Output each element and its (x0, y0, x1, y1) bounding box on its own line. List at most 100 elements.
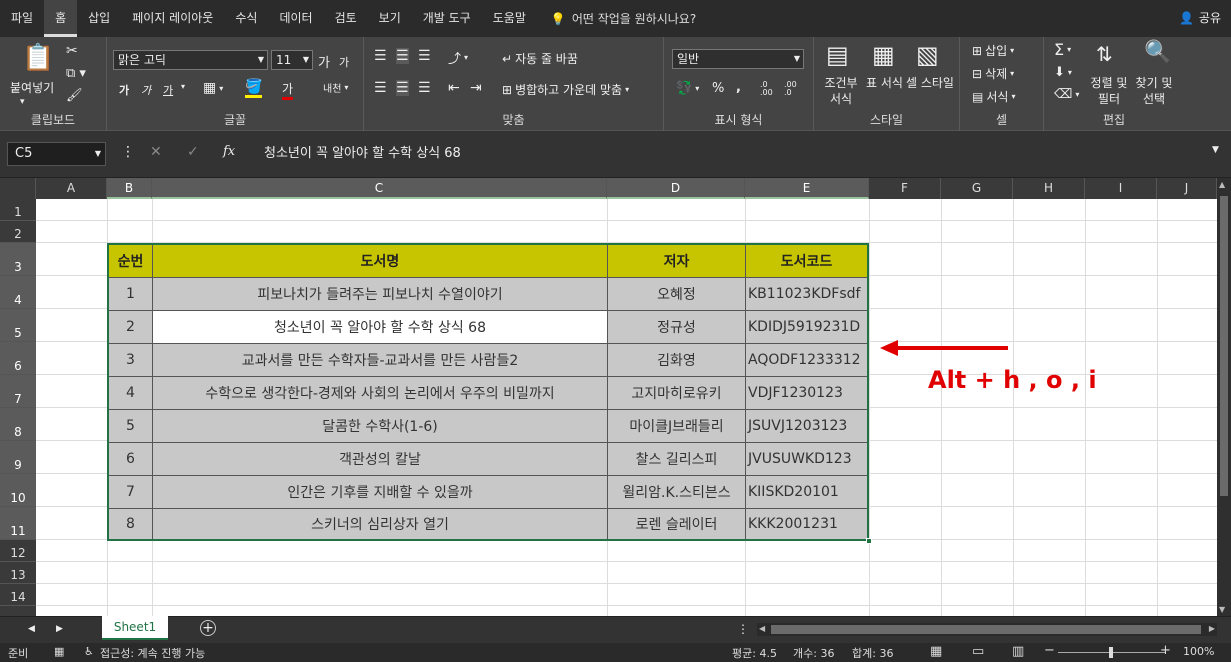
fill-color-icon[interactable]: 🪣 (245, 79, 263, 98)
insert-cells-button[interactable]: ⊞ 삽입 ▾ (972, 42, 1014, 59)
increase-indent-icon[interactable]: ⇥ (470, 80, 482, 96)
page-break-icon[interactable]: ▥ (1012, 644, 1024, 659)
column-header[interactable]: A (36, 178, 107, 199)
column-header[interactable]: J (1157, 178, 1217, 199)
copy-icon[interactable]: ⧉ ▾ (66, 66, 86, 81)
count-value[interactable]: 개수: 36 (793, 645, 834, 661)
table-cell[interactable]: 1 (109, 278, 153, 311)
table-cell[interactable]: 4 (109, 377, 153, 410)
paste-button[interactable]: 붙여넣기 (10, 79, 54, 96)
find-select-button[interactable]: 찾기 및 선택 (1132, 75, 1176, 107)
cell-styles-button[interactable]: 셀 스타일 (906, 75, 956, 91)
table-cell[interactable]: 교과서를 만든 수학자들-교과서를 만든 사람들2 (153, 344, 608, 377)
table-cell[interactable]: 객관성의 칼날 (153, 443, 608, 476)
table-cell[interactable]: AQODF1233312 (746, 344, 867, 377)
table-cell[interactable]: 달콤한 수학사(1-6) (153, 410, 608, 443)
tab-review[interactable]: 검토 (324, 0, 368, 37)
paste-dropdown-icon[interactable]: ▾ (20, 97, 25, 107)
format-painter-icon[interactable]: 🖌 (66, 88, 83, 103)
table-cell[interactable]: KKK2001231 (746, 509, 867, 539)
tab-developer[interactable]: 개발 도구 (412, 0, 482, 37)
row-header[interactable]: 3 (0, 243, 36, 276)
merge-center-button[interactable]: ⊞ 병합하고 가운데 맞춤 ▾ (502, 81, 629, 98)
cell-styles-icon[interactable]: ▧ (916, 41, 939, 69)
row-header[interactable]: 5 (0, 309, 36, 342)
scroll-thumb[interactable] (1220, 196, 1228, 496)
macro-icon[interactable]: ▦ (54, 645, 64, 658)
row-header[interactable]: 9 (0, 441, 36, 474)
table-cell[interactable]: JVUSUWKD123 (746, 443, 867, 476)
enter-icon[interactable]: ✓ (187, 144, 199, 160)
fill-handle[interactable] (866, 538, 872, 544)
row-header[interactable]: 2 (0, 221, 36, 243)
table-cell[interactable]: 6 (109, 443, 153, 476)
table-cell[interactable]: 스키너의 심리상자 열기 (153, 509, 608, 539)
bold-button[interactable]: 가 (119, 82, 129, 98)
row-header[interactable]: 13 (0, 562, 36, 584)
scroll-down-icon[interactable]: ▼ (1219, 605, 1225, 614)
border-icon[interactable]: ▦ ▾ (203, 80, 223, 96)
column-header[interactable]: D (607, 178, 745, 199)
active-cell[interactable]: 청소년이 꼭 알아야 할 수학 상식 68 (153, 311, 608, 344)
align-middle-icon[interactable]: ☰ (396, 48, 409, 64)
font-color-button[interactable]: 가 (282, 80, 294, 100)
row-header[interactable]: 6 (0, 342, 36, 375)
phonetic-button[interactable]: 내천 ▾ (323, 80, 348, 95)
table-cell[interactable]: 2 (109, 311, 153, 344)
row-header[interactable]: 8 (0, 408, 36, 441)
align-top-icon[interactable]: ☰ (374, 48, 387, 64)
column-header[interactable]: F (869, 178, 941, 199)
autosum-icon[interactable]: Σ ▾ (1054, 40, 1071, 59)
table-cell[interactable]: 수학으로 생각한다-경제와 사회의 논리에서 우주의 비밀까지 (153, 377, 608, 410)
format-cells-button[interactable]: ▤ 서식 ▾ (972, 88, 1015, 105)
comma-button[interactable]: , (736, 80, 741, 95)
normal-view-icon[interactable]: ▦ (930, 644, 942, 659)
row-header[interactable]: 1 (0, 199, 36, 221)
scroll-left-icon[interactable]: ◀ (759, 624, 765, 633)
grow-font-button[interactable]: 가 (318, 52, 330, 71)
horizontal-scrollbar[interactable]: ◀ ▶ (757, 623, 1217, 636)
accessibility-icon[interactable]: ♿ (84, 645, 94, 658)
table-cell[interactable]: 찰스 길리스피 (608, 443, 746, 476)
sort-filter-icon[interactable]: ⇅ (1096, 42, 1113, 66)
table-cell[interactable]: 5 (109, 410, 153, 443)
increase-decimal-button[interactable]: .0 .00 (760, 81, 778, 97)
table-cell[interactable]: JSUVJ1203123 (746, 410, 867, 443)
fill-icon[interactable]: ⬇ ▾ (1054, 65, 1072, 80)
percent-button[interactable]: % (712, 81, 724, 96)
table-cell[interactable]: KB11023KDFsdf (746, 278, 867, 311)
table-cell[interactable]: 8 (109, 509, 153, 539)
table-cell[interactable]: 김화영 (608, 344, 746, 377)
row-header[interactable]: 11 (0, 507, 36, 540)
column-header[interactable]: E (745, 178, 869, 199)
tab-data[interactable]: 데이터 (268, 0, 323, 37)
more-icon[interactable]: ⋮ (121, 144, 135, 160)
select-all-corner[interactable] (0, 178, 36, 199)
table-cell[interactable]: 오혜정 (608, 278, 746, 311)
cancel-icon[interactable]: ✕ (150, 144, 162, 160)
find-icon[interactable]: 🔍 (1144, 40, 1171, 65)
format-table-button[interactable]: 표 서식 (866, 75, 906, 91)
tab-insert[interactable]: 삽입 (77, 0, 121, 37)
align-center-icon[interactable]: ☰ (396, 80, 409, 96)
header-cell-author[interactable]: 저자 (608, 245, 746, 278)
align-right-icon[interactable]: ☰ (418, 80, 431, 96)
currency-icon[interactable]: 💱 ▾ (676, 81, 699, 96)
tab-view[interactable]: 보기 (368, 0, 412, 37)
clear-icon[interactable]: ⌫ ▾ (1054, 87, 1079, 102)
tab-page-layout[interactable]: 페이지 레이아웃 (121, 0, 224, 37)
column-header[interactable]: H (1013, 178, 1085, 199)
orientation-icon[interactable]: ⤴ ▾ (448, 48, 468, 67)
insert-function-button[interactable]: fx (223, 144, 235, 159)
share-button[interactable]: 👤 공유 (1179, 0, 1221, 37)
table-cell[interactable]: 윌리암.K.스티븐스 (608, 476, 746, 509)
formula-input[interactable]: 청소년이 꼭 알아야 할 수학 상식 68 (252, 142, 1227, 166)
cut-icon[interactable]: ✂ (66, 43, 78, 59)
header-cell-number[interactable]: 순번 (109, 245, 153, 278)
scroll-right-icon[interactable]: ▶ (1209, 624, 1215, 633)
table-cell[interactable]: 로렌 슬레이터 (608, 509, 746, 539)
font-size-select[interactable]: 11 ▼ (271, 50, 313, 70)
zoom-level[interactable]: 100% (1183, 645, 1214, 658)
average-value[interactable]: 평균: 4.5 (732, 645, 777, 661)
sum-value[interactable]: 합계: 36 (852, 645, 893, 661)
